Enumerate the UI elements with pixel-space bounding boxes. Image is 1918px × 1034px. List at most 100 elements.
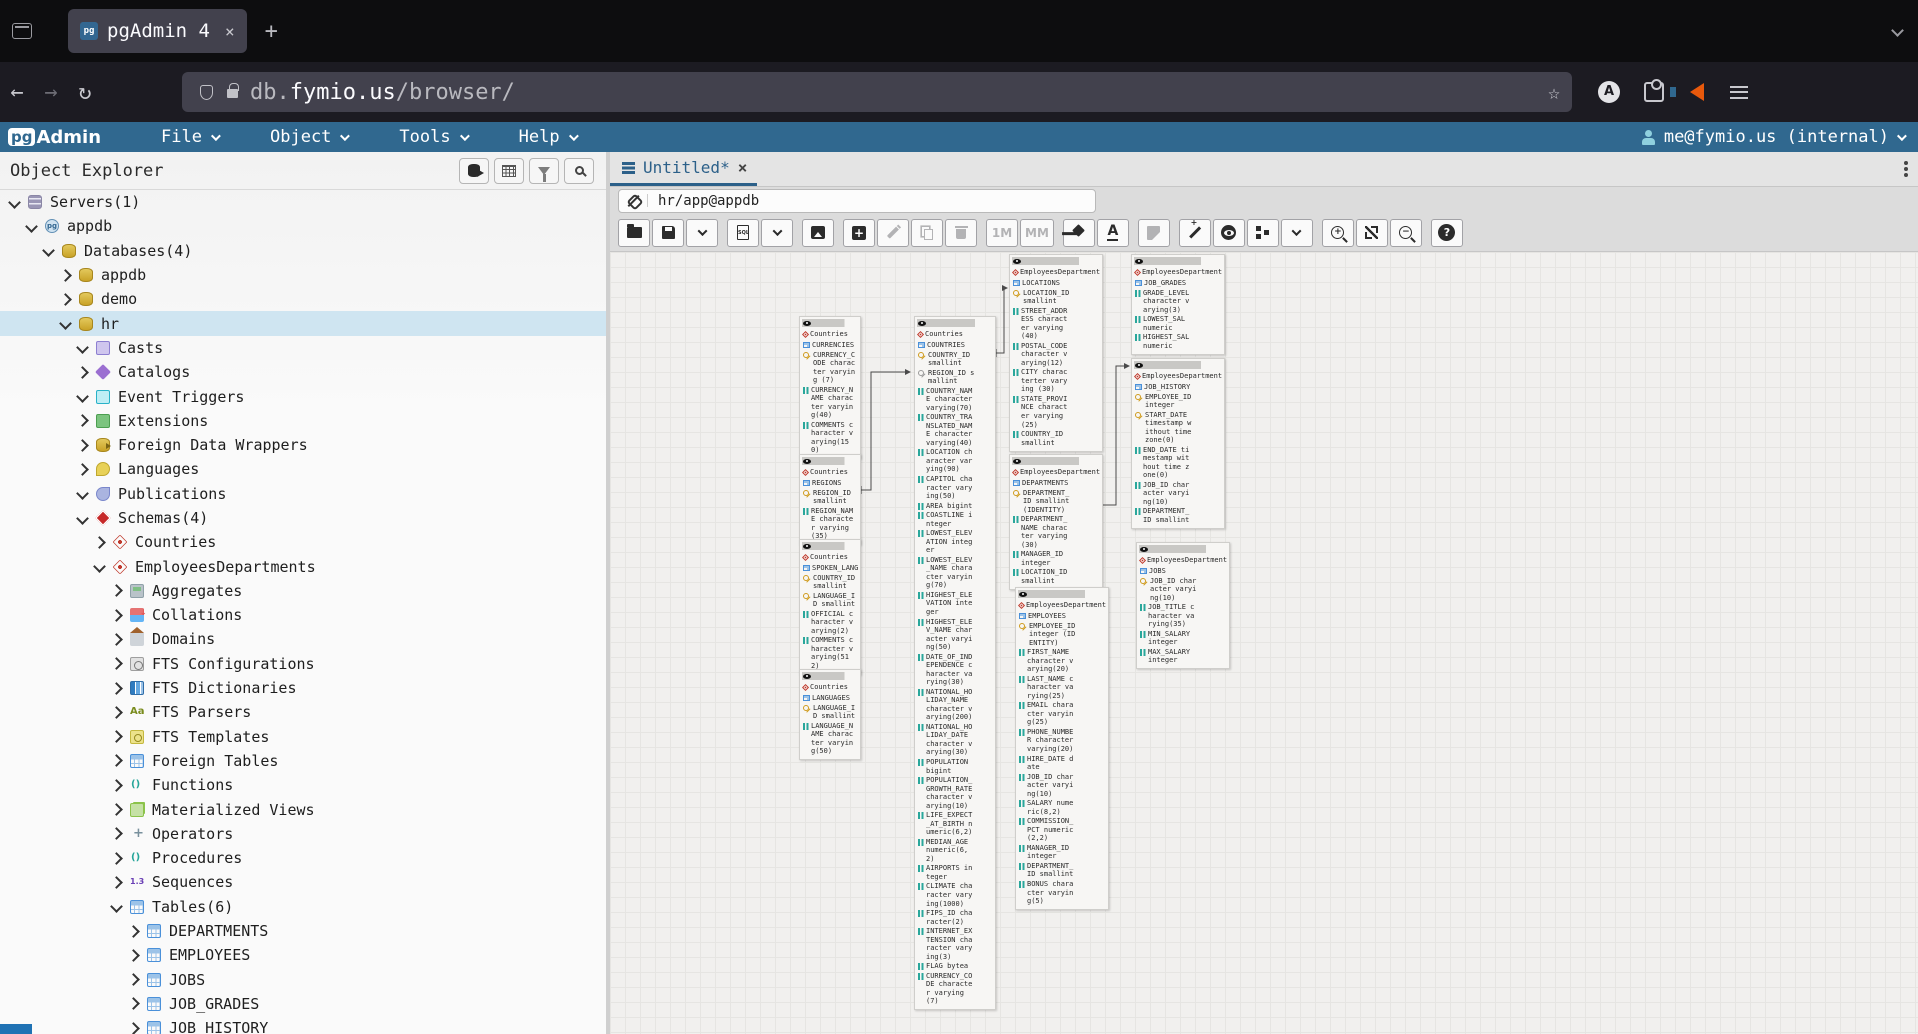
eye-icon[interactable] bbox=[1135, 259, 1143, 264]
erd-table-job_grades[interactable]: EmployeesDepartmentsJOB_GRADESGRADE_LEVE… bbox=[1131, 254, 1225, 355]
tree-item-job-grades[interactable]: JOB_GRADES bbox=[0, 992, 606, 1016]
fill-color-button[interactable] bbox=[1063, 219, 1095, 247]
tree-item-tables-6-[interactable]: Tables(6) bbox=[0, 895, 606, 919]
erd-table-currencies[interactable]: CountriesCURRENCIESCURRENCY_CODE charact… bbox=[799, 316, 861, 459]
tree-item-event-triggers[interactable]: Event Triggers bbox=[0, 384, 606, 408]
expander-right-icon[interactable] bbox=[110, 657, 123, 670]
expander-right-icon[interactable] bbox=[76, 366, 89, 379]
tree-item-job-history[interactable]: JOB_HISTORY bbox=[0, 1016, 606, 1034]
back-button[interactable]: ← bbox=[0, 80, 34, 105]
expander-right-icon[interactable] bbox=[110, 827, 123, 840]
expander-right-icon[interactable] bbox=[110, 730, 123, 743]
expander-right-icon[interactable] bbox=[59, 269, 72, 282]
tree-item-fts-parsers[interactable]: FTS Parsers bbox=[0, 700, 606, 724]
tree-item-foreign-data-wrappers[interactable]: Foreign Data Wrappers bbox=[0, 433, 606, 457]
sql-menu-chevron[interactable] bbox=[761, 219, 793, 247]
tree-item-operators[interactable]: Operators bbox=[0, 822, 606, 846]
expander-right-icon[interactable] bbox=[110, 803, 123, 816]
delete-table-button[interactable] bbox=[945, 219, 977, 247]
tab-options-kebab-icon[interactable] bbox=[1904, 167, 1908, 171]
erd-table-employees[interactable]: EmployeesDepartmentsEMPLOYEESEMPLOYEE_ID… bbox=[1015, 587, 1109, 910]
text-color-button[interactable]: A bbox=[1097, 219, 1129, 247]
expander-down-icon[interactable] bbox=[76, 390, 89, 403]
search-button[interactable] bbox=[564, 158, 594, 184]
expander-right-icon[interactable] bbox=[76, 463, 89, 476]
add-table-button[interactable] bbox=[843, 219, 875, 247]
tree-item-employees[interactable]: EMPLOYEES bbox=[0, 943, 606, 967]
tree-item-departments[interactable]: DEPARTMENTS bbox=[0, 919, 606, 943]
expander-down-icon[interactable] bbox=[110, 900, 123, 913]
save-menu-chevron[interactable] bbox=[686, 219, 718, 247]
browser-tab[interactable]: pg pgAdmin 4 × bbox=[68, 9, 247, 53]
erd-table-job_history[interactable]: EmployeesDepartmentsJOB_HISTORYEMPLOYEE_… bbox=[1131, 358, 1225, 529]
menu-object[interactable]: Object bbox=[270, 127, 347, 147]
tree-item-appdb[interactable]: appdb bbox=[0, 263, 606, 287]
zoom-to-fit-button[interactable] bbox=[1356, 219, 1388, 247]
erd-canvas[interactable]: CountriesCURRENCIESCURRENCY_CODE charact… bbox=[610, 252, 1918, 1034]
eye-icon[interactable] bbox=[1135, 363, 1143, 368]
zoom-in-button[interactable] bbox=[1322, 219, 1354, 247]
node-header-bar[interactable] bbox=[1134, 361, 1222, 369]
expander-down-icon[interactable] bbox=[8, 196, 21, 209]
forward-button[interactable]: → bbox=[34, 80, 68, 105]
extension-a-icon[interactable]: A bbox=[1598, 81, 1620, 103]
expander-right-icon[interactable] bbox=[127, 1022, 140, 1034]
tree-item-fts-dictionaries[interactable]: FTS Dictionaries bbox=[0, 676, 606, 700]
many-to-many-button[interactable]: MM bbox=[1020, 219, 1054, 247]
erd-tab-untitled[interactable]: Untitled* × bbox=[610, 152, 757, 186]
tree-item-functions[interactable]: Functions bbox=[0, 773, 606, 797]
expander-down-icon[interactable] bbox=[76, 342, 89, 355]
expander-right-icon[interactable] bbox=[110, 876, 123, 889]
tree-item-servers-1-[interactable]: Servers(1) bbox=[0, 190, 606, 214]
tree-item-demo[interactable]: demo bbox=[0, 287, 606, 311]
save-as-image-button[interactable] bbox=[802, 219, 834, 247]
node-header-bar[interactable] bbox=[802, 542, 858, 550]
erd-table-departments[interactable]: EmployeesDepartmentsDEPARTMENTSDEPARTMEN… bbox=[1009, 454, 1103, 590]
database-connect-button[interactable] bbox=[459, 158, 489, 184]
tree-item-fts-templates[interactable]: FTS Templates bbox=[0, 725, 606, 749]
menu-file[interactable]: File bbox=[161, 127, 218, 147]
expander-down-icon[interactable] bbox=[59, 317, 72, 330]
node-header-bar[interactable] bbox=[802, 457, 858, 465]
eye-icon[interactable] bbox=[918, 321, 926, 326]
cardinality-notation-button[interactable] bbox=[1247, 219, 1279, 247]
node-header-bar[interactable] bbox=[1012, 457, 1100, 465]
extension-speaker-icon[interactable] bbox=[1690, 83, 1704, 101]
expander-down-icon[interactable] bbox=[42, 244, 55, 257]
node-header-bar[interactable] bbox=[1012, 257, 1100, 265]
extensions-puzzle-icon[interactable] bbox=[1644, 82, 1664, 102]
erd-table-spoken_languages[interactable]: CountriesSPOKEN_LANGUAGESCOUNTRY_ID smal… bbox=[799, 539, 861, 675]
tree-item-collations[interactable]: Collations bbox=[0, 603, 606, 627]
tree-item-schemas-4-[interactable]: Schemas(4) bbox=[0, 506, 606, 530]
tree-item-employeesdepartments[interactable]: EmployeesDepartments bbox=[0, 554, 606, 578]
expander-right-icon[interactable] bbox=[127, 949, 140, 962]
expander-right-icon[interactable] bbox=[110, 585, 123, 598]
list-tabs-chevron-icon[interactable] bbox=[1891, 24, 1904, 37]
expander-right-icon[interactable] bbox=[110, 852, 123, 865]
tree-item-fts-configurations[interactable]: FTS Configurations bbox=[0, 652, 606, 676]
url-bar[interactable]: db. fymio.us /browser/ ☆ bbox=[182, 72, 1572, 112]
help-button[interactable] bbox=[1431, 219, 1463, 247]
open-project-button[interactable] bbox=[618, 219, 650, 247]
node-header-bar[interactable] bbox=[802, 319, 858, 327]
eye-icon[interactable] bbox=[803, 459, 811, 464]
tree-item-catalogs[interactable]: Catalogs bbox=[0, 360, 606, 384]
bookmark-star-icon[interactable]: ☆ bbox=[1548, 80, 1560, 104]
tree-item-appdb[interactable]: appdb bbox=[0, 214, 606, 238]
tree-item-procedures[interactable]: Procedures bbox=[0, 846, 606, 870]
save-project-button[interactable] bbox=[652, 219, 684, 247]
erd-table-locations[interactable]: EmployeesDepartmentsLOCATIONSLOCATION_ID… bbox=[1009, 254, 1103, 452]
expander-right-icon[interactable] bbox=[110, 609, 123, 622]
tree-item-jobs[interactable]: JOBS bbox=[0, 968, 606, 992]
menu-help[interactable]: Help bbox=[519, 127, 576, 147]
firefox-view-icon[interactable] bbox=[12, 23, 32, 39]
connection-input[interactable]: hr/app@appdb bbox=[618, 189, 1096, 213]
tree-item-sequences[interactable]: Sequences bbox=[0, 870, 606, 894]
expander-right-icon[interactable] bbox=[110, 706, 123, 719]
node-header-bar[interactable] bbox=[1018, 590, 1106, 598]
tree-item-extensions[interactable]: Extensions bbox=[0, 409, 606, 433]
tree-item-publications[interactable]: Publications bbox=[0, 482, 606, 506]
tab-close-icon[interactable]: × bbox=[225, 22, 235, 41]
tree-item-hr[interactable]: hr bbox=[0, 311, 606, 335]
eye-icon[interactable] bbox=[1013, 259, 1021, 264]
